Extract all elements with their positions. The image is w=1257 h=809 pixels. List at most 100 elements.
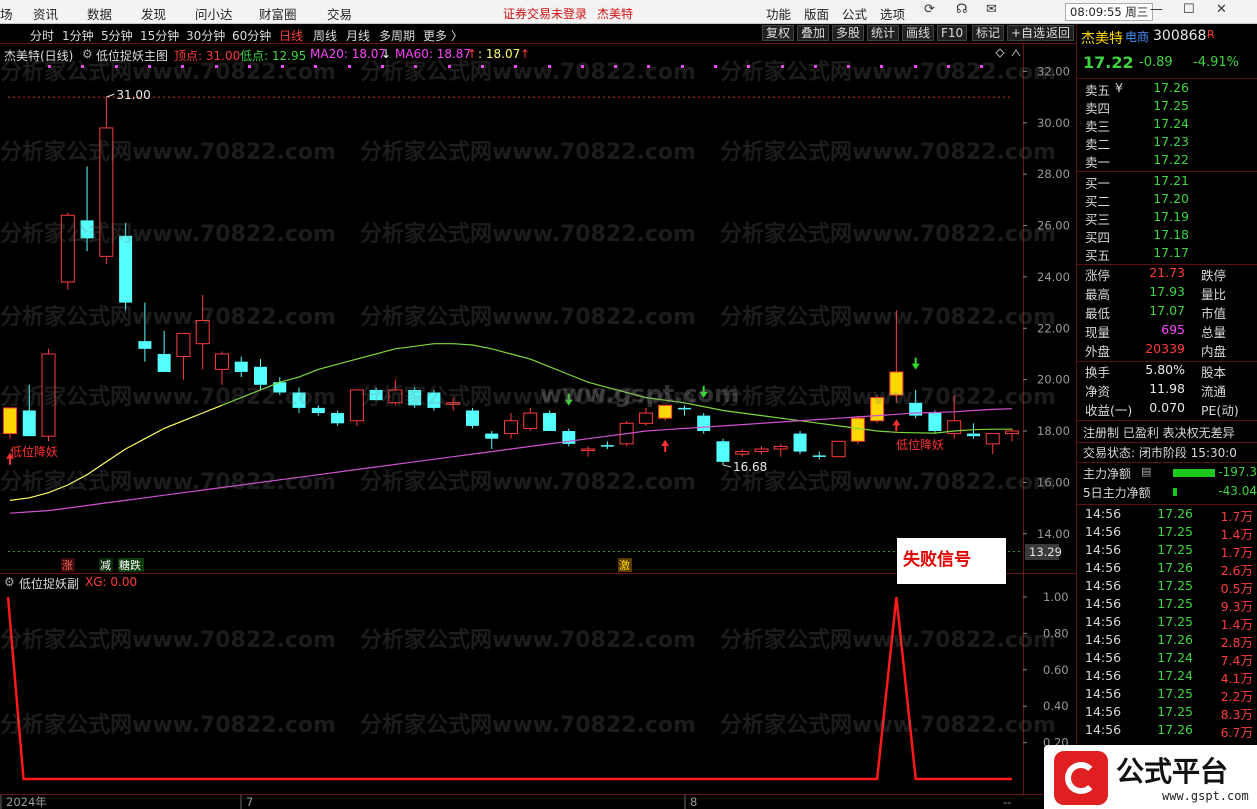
net5-value: -43.04 <box>1218 484 1257 498</box>
price-axis-label: 24.00 <box>1037 270 1070 284</box>
stat-label: 股本 <box>1201 365 1227 380</box>
buy-label: 买二 <box>1085 194 1111 209</box>
signal-dot <box>448 65 451 68</box>
period-more[interactable]: 更多 〉 <box>423 27 463 44</box>
menu-item-trade[interactable]: 交易 <box>327 4 352 23</box>
draw-button[interactable]: 画线 <box>902 25 935 41</box>
period-monthly[interactable]: 月线 <box>346 27 370 44</box>
sell-row[interactable]: 卖二 17.23 <box>1077 134 1257 152</box>
date-axis-label: 7 <box>246 795 253 809</box>
mark-button[interactable]: 标记 <box>972 25 1005 41</box>
sell-row[interactable]: 卖一 17.22 <box>1077 152 1257 170</box>
mail-icon[interactable]: ✉ <box>986 2 997 17</box>
multi-stock-button[interactable]: 多股 <box>832 25 865 41</box>
tick-time: 14:56 <box>1085 704 1122 719</box>
tick-row: 14:56 17.25 1.7万 <box>1077 542 1257 560</box>
menu-item-data[interactable]: 数据 <box>87 4 112 23</box>
period-1min[interactable]: 1分钟 <box>62 27 94 44</box>
tick-price: 17.25 <box>1157 542 1193 557</box>
period-daily[interactable]: 日线 <box>279 27 303 44</box>
maximize-icon[interactable]: ☐ <box>1183 2 1195 17</box>
buy-row[interactable]: 买一 17.21 <box>1077 173 1257 191</box>
stat-row: 收益(一) 0.070 PE(动) <box>1077 400 1257 418</box>
sell-price: 17.23 <box>1153 134 1189 149</box>
fuquan-button[interactable]: 复权 <box>762 25 795 41</box>
buy-row[interactable]: 买三 17.19 <box>1077 209 1257 227</box>
period-weekly[interactable]: 周线 <box>313 27 337 44</box>
tick-volume: 4.1万 <box>1220 671 1253 686</box>
legend-gear-icon[interactable]: ⚙ <box>82 47 93 61</box>
clock: 08:09:55 周三 <box>1065 3 1154 21</box>
kline-chart[interactable]: 32.00 30.00 28.00 26.00 24.00 22.00 20.00 18.00… <box>0 24 1076 809</box>
login-notice[interactable]: 证券交易未登录 <box>503 5 587 22</box>
tick-volume: 8.3万 <box>1220 707 1253 722</box>
refresh-icon[interactable]: ⟳ <box>924 2 935 17</box>
overlay-button[interactable]: 叠加 <box>797 25 830 41</box>
candle-body <box>60 214 75 283</box>
menu-item-options[interactable]: 选项 <box>880 4 905 23</box>
panel-sector[interactable]: 电商 <box>1125 28 1149 45</box>
buy-row[interactable]: 买五 17.17 <box>1077 245 1257 263</box>
period-15min[interactable]: 15分钟 <box>140 27 179 44</box>
up-arrow-icon-2: ↑ <box>520 47 531 61</box>
buy-row[interactable]: 买四 17.18 <box>1077 227 1257 245</box>
signal-dot <box>647 65 650 68</box>
candle-body <box>928 413 942 432</box>
sell-label: 卖五 <box>1085 83 1111 98</box>
up-arrow-icon: ↑ <box>467 47 478 61</box>
yuan-icon: ¥ <box>1115 80 1123 95</box>
period-multi[interactable]: 多周期 <box>379 27 415 44</box>
menu-item-caifuquan[interactable]: 财富圈 <box>259 4 297 23</box>
stat-row: 现量 695 总量 <box>1077 322 1257 340</box>
headset-icon[interactable]: ☊ <box>956 2 968 17</box>
tick-volume: 6.7万 <box>1220 725 1253 740</box>
menu-item-formula[interactable]: 公式 <box>842 4 867 23</box>
stat-label: 最低 <box>1085 306 1111 321</box>
signal-dot <box>115 65 118 68</box>
period-30min[interactable]: 30分钟 <box>186 27 225 44</box>
sell-row[interactable]: 卖五 ¥17.26 <box>1077 80 1257 98</box>
signal-dot <box>714 65 717 68</box>
sub-gear-icon[interactable]: ⚙ <box>4 575 15 589</box>
date-axis-label: 2024年 <box>6 795 47 809</box>
tick-volume: 1.7万 <box>1220 509 1253 524</box>
tick-time: 14:56 <box>1085 722 1122 737</box>
buy-row[interactable]: 买二 17.20 <box>1077 191 1257 209</box>
candle-body <box>543 413 557 432</box>
legend-formula[interactable]: 低位捉妖主图 <box>96 47 168 64</box>
period-5min[interactable]: 5分钟 <box>101 27 133 44</box>
menu-item-wenxiaoda[interactable]: 问小达 <box>195 4 233 23</box>
price-axis-label: 20.00 <box>1037 373 1070 387</box>
stats-button[interactable]: 统计 <box>867 25 900 41</box>
main-net-value: -197.3 <box>1218 465 1257 479</box>
tick-row: 14:56 17.25 1.4万 <box>1077 524 1257 542</box>
chart-area[interactable]: 32.00 30.00 28.00 26.00 24.00 22.00 20.00 18.00… <box>0 24 1076 809</box>
tick-list[interactable]: 14:56 17.26 1.7万 14:56 17.25 1.4万 14:56 17.25… <box>1077 506 1257 746</box>
period-60min[interactable]: 60分钟 <box>232 27 271 44</box>
candle-body <box>157 353 171 372</box>
f10-button[interactable]: F10 <box>937 25 968 41</box>
menu-item-layout[interactable]: 版面 <box>804 4 829 23</box>
candle-body <box>292 392 306 408</box>
legend-top: 顶点: 31.00 <box>174 49 241 63</box>
tick-price: 17.26 <box>1157 722 1193 737</box>
menu-item-discover[interactable]: 发现 <box>141 4 166 23</box>
menu-item-news[interactable]: 资讯 <box>33 4 58 23</box>
tick-time: 14:56 <box>1085 596 1122 611</box>
sell-row[interactable]: 卖四 17.25 <box>1077 98 1257 116</box>
sub-legend-formula[interactable]: 低位捉妖副 <box>19 575 79 592</box>
candle-body <box>697 415 711 432</box>
sell-row[interactable]: 卖三 17.24 <box>1077 116 1257 134</box>
tag-zhang: 涨 <box>62 559 73 572</box>
back-button[interactable]: 返回 <box>1042 25 1075 41</box>
menu-item-0[interactable]: 场 <box>0 4 13 23</box>
menu-item-function[interactable]: 功能 <box>766 4 791 23</box>
stat-label: 现量 <box>1085 325 1111 340</box>
close-icon[interactable]: ✕ <box>1216 2 1227 17</box>
tag-jiedie: 糖跌 <box>119 558 141 572</box>
period-fenshi[interactable]: 分时 <box>30 27 54 44</box>
table-icon[interactable]: ▤ <box>1141 465 1151 478</box>
add-watchlist-button[interactable]: +自选 <box>1007 25 1045 41</box>
minimize-icon[interactable]: — <box>1150 2 1163 17</box>
tick-row: 14:56 17.25 2.2万 <box>1077 686 1257 704</box>
